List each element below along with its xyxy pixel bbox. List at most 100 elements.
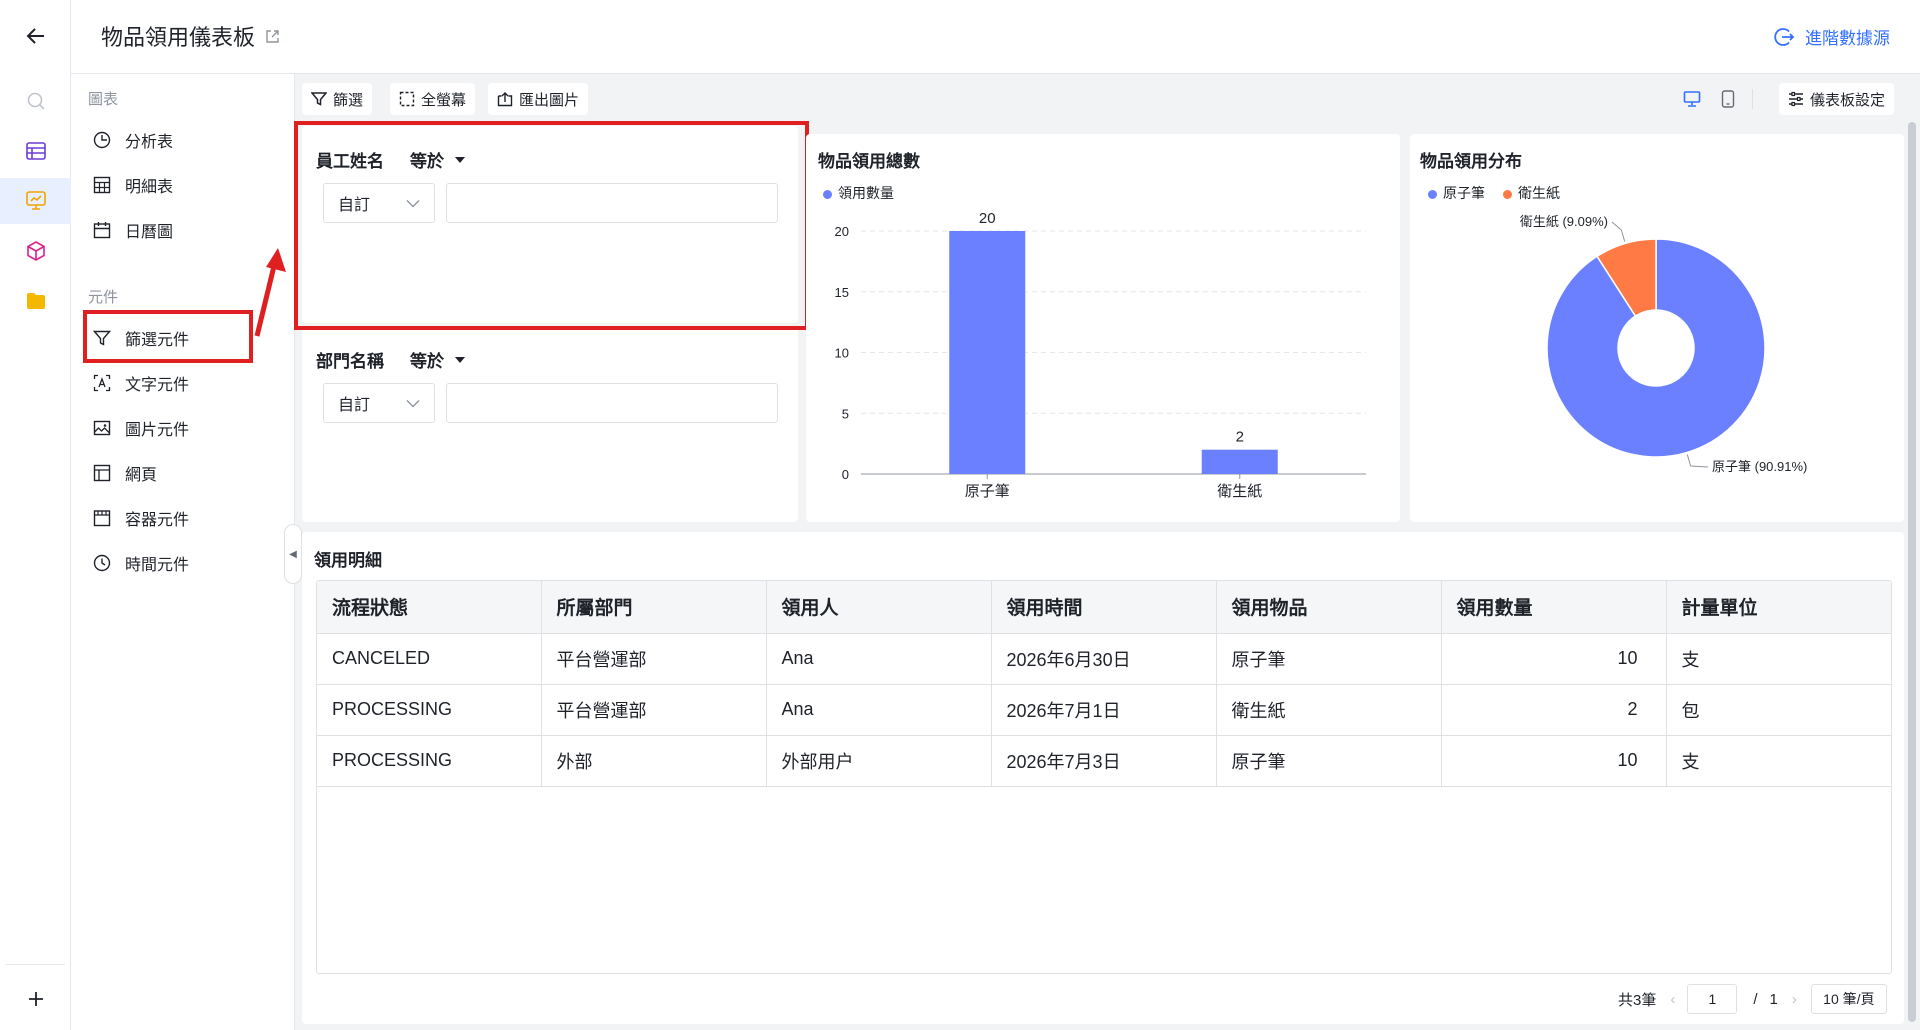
page-size-select[interactable]: 10 筆/頁	[1810, 984, 1887, 1014]
filter-operator-dropdown[interactable]: 等於	[410, 147, 466, 172]
filter-operator-dropdown[interactable]: 等於	[410, 347, 466, 372]
next-page-icon[interactable]: ›	[1792, 991, 1797, 1008]
panel-item-time-component[interactable]: 時間元件	[93, 545, 283, 581]
mobile-view-button[interactable]	[1712, 83, 1744, 115]
plus-icon	[28, 992, 43, 1006]
table-cell: 2026年7月1日	[991, 684, 1217, 736]
annotation-arrow	[254, 248, 286, 337]
table-cell: CANCELED	[317, 633, 542, 685]
filter-icon	[311, 92, 327, 106]
caret-down-icon	[455, 356, 465, 363]
fullscreen-button[interactable]: 全螢幕	[390, 83, 476, 115]
table-cell: 10	[1441, 735, 1667, 787]
export-icon	[497, 92, 513, 107]
pie-leader-line	[1611, 221, 1626, 242]
advanced-source-button[interactable]: 進階數據源	[1773, 24, 1890, 49]
panel-item-label: 圖片元件	[125, 422, 190, 439]
bar-chart-svg: 0 5 10 15 20 20 原子筆 2 衛生紙	[835, 210, 1366, 500]
filter-card-employee[interactable]: 員工姓名 等於 自訂	[302, 126, 798, 323]
search-icon	[27, 92, 45, 110]
table-cell: 支	[1666, 735, 1891, 787]
column-header[interactable]: 所屬部門	[541, 581, 767, 634]
table-row[interactable]: PROCESSING 外部 外部用户 2026年7月3日 原子筆 10 支	[317, 735, 1891, 787]
table-cell: 衛生紙	[1216, 684, 1442, 736]
panel-item-text-component[interactable]: 文字元件	[93, 365, 283, 401]
department-name-input[interactable]	[446, 383, 778, 423]
panel-item-analysis[interactable]: 分析表	[93, 122, 283, 158]
panel-item-label: 時間元件	[125, 557, 190, 574]
x-tick-label: 原子筆	[965, 483, 1010, 500]
rail-component[interactable]	[0, 228, 71, 274]
bar	[1201, 449, 1278, 474]
desktop-view-button[interactable]	[1676, 83, 1708, 115]
filter-mode-select[interactable]: 自訂	[323, 383, 435, 423]
filter-mode-value: 自訂	[338, 397, 371, 414]
rail-search[interactable]	[0, 78, 71, 124]
pie-chart-card[interactable]: 物品領用分布 原子筆 衛生紙 衛生紙 (9.09%) 原子筆 (90.91%)	[1410, 134, 1904, 522]
component-section-title: 元件	[88, 289, 119, 306]
filter-title: 部門名稱	[316, 352, 384, 371]
app-rail	[0, 0, 71, 1030]
page-separator: /	[1753, 990, 1758, 1008]
external-link-icon[interactable]	[265, 29, 280, 44]
filter-button[interactable]: 篩選	[302, 83, 373, 115]
column-header[interactable]: 計量單位	[1666, 581, 1891, 634]
collapse-panel-tab[interactable]: ◀	[284, 524, 302, 584]
table-cell: 包	[1666, 684, 1891, 736]
current-page-input[interactable]: 1	[1687, 984, 1738, 1014]
table-grid-icon	[93, 176, 111, 194]
table-cell: 2026年6月30日	[991, 633, 1217, 685]
column-header[interactable]: 流程狀態	[317, 581, 542, 634]
table-cell: 支	[1666, 633, 1891, 685]
panel-item-label: 容器元件	[125, 512, 190, 529]
pie-leader-line	[1686, 454, 1709, 468]
table-cell: 2	[1441, 684, 1667, 736]
employee-name-input[interactable]	[446, 183, 778, 223]
cube-icon	[26, 241, 45, 261]
filter-button-label: 篩選	[333, 91, 364, 109]
filter-title: 員工姓名	[316, 152, 384, 171]
container-icon	[93, 510, 111, 527]
rail-folder[interactable]	[0, 278, 71, 324]
dashboard-settings-button[interactable]: 儀表板設定	[1779, 83, 1895, 115]
back-button[interactable]	[0, 13, 71, 59]
table-row[interactable]: PROCESSING 平台營運部 Ana 2026年7月1日 衛生紙 2 包	[317, 684, 1891, 736]
page-title-text: 物品領用儀表板	[101, 25, 256, 50]
y-tick-label: 5	[842, 406, 849, 421]
column-header[interactable]: 領用物品	[1216, 581, 1442, 634]
data-label: 2	[1236, 429, 1244, 446]
panel-item-detail-table[interactable]: 明細表	[93, 167, 283, 203]
filter-mode-value: 自訂	[338, 197, 371, 214]
page-scrollbar[interactable]	[1908, 122, 1916, 1022]
column-header[interactable]: 領用時間	[991, 581, 1217, 634]
table-cell: Ana	[766, 684, 992, 736]
chevron-down-icon	[406, 199, 420, 207]
text-icon	[93, 374, 111, 392]
y-tick-label: 15	[835, 285, 849, 300]
bar-chart-card[interactable]: 物品領用總數 領用數量 0 5 10 15 20 20 原子筆 2 衛生紙	[806, 134, 1400, 522]
highlight-box-filter-component	[83, 310, 253, 363]
table-row[interactable]: CANCELED 平台營運部 Ana 2026年6月30日 原子筆 10 支	[317, 633, 1891, 685]
column-header[interactable]: 領用人	[766, 581, 992, 634]
rail-add-button[interactable]	[0, 976, 71, 1022]
panel-item-image-component[interactable]: 圖片元件	[93, 410, 283, 446]
panel-item-container[interactable]: 容器元件	[93, 500, 283, 536]
panel-item-webpage[interactable]: 網頁	[93, 455, 283, 491]
filter-mode-select[interactable]: 自訂	[323, 183, 435, 223]
table-cell: PROCESSING	[317, 684, 542, 736]
y-tick-label: 10	[835, 346, 849, 361]
fullscreen-icon	[399, 91, 415, 107]
pie-label: 衛生紙 (9.09%)	[1520, 214, 1608, 229]
webpage-icon	[93, 464, 111, 482]
column-header[interactable]: 領用數量	[1441, 581, 1667, 634]
pie-chart-svg: 衛生紙 (9.09%) 原子筆 (90.91%)	[1520, 214, 1808, 474]
rail-dashboard[interactable]	[0, 178, 71, 224]
x-tick-label: 衛生紙	[1217, 483, 1262, 500]
advanced-source-label: 進階數據源	[1805, 29, 1890, 48]
rail-datasheet[interactable]	[0, 128, 71, 174]
prev-page-icon[interactable]: ‹	[1670, 991, 1675, 1008]
filter-card-department[interactable]: 部門名稱 等於 自訂	[302, 326, 798, 522]
detail-table-title: 領用明細	[314, 551, 382, 570]
filter-operator-label: 等於	[410, 352, 444, 371]
export-image-button[interactable]: 匯出圖片	[488, 83, 589, 115]
